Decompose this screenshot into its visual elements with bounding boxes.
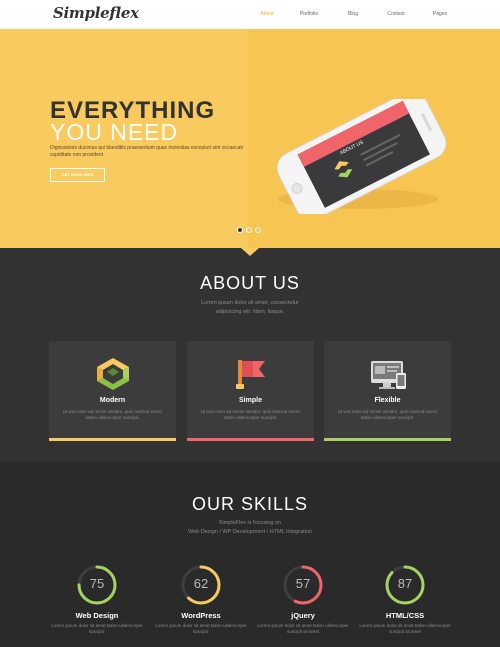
skill-percentage: 62 bbox=[193, 576, 209, 591]
card-title: Simple bbox=[239, 397, 262, 404]
about-title: ABOUT US bbox=[200, 273, 300, 293]
card-title: Modern bbox=[99, 397, 126, 404]
nav-item-blog[interactable]: Blog bbox=[332, 0, 374, 29]
nav-item-portfolio[interactable]: Portfolio bbox=[286, 0, 332, 29]
card-accent-bar bbox=[324, 438, 451, 441]
skill-name: HTML/CSS bbox=[385, 611, 425, 620]
nav-item-pages[interactable]: Pages bbox=[418, 0, 462, 29]
hero-pointer-arrow bbox=[241, 248, 259, 256]
slider-dot-2[interactable] bbox=[246, 227, 252, 233]
about-subtitle-line2: adipisicing elit. Nam, itaque. bbox=[215, 309, 285, 315]
card-accent-bar bbox=[187, 438, 314, 441]
slider-dot-3[interactable] bbox=[255, 227, 261, 233]
skills-subtitle-line1: SimpleFlex is focusing on bbox=[218, 520, 282, 526]
skill-name: Web Design bbox=[75, 611, 119, 620]
site-logo[interactable]: Simpleflex bbox=[53, 4, 139, 22]
main-nav: About Portfolio Blog Contact Pages bbox=[248, 0, 462, 29]
card-accent-bar bbox=[49, 438, 176, 441]
about-subtitle-line1: Lorem ipsum dolor sit amet, consectetur bbox=[201, 300, 299, 306]
skill-description: Lorem ipsum dolor sit amet tation ullamc… bbox=[51, 623, 143, 634]
nav-item-contact[interactable]: Contact bbox=[374, 0, 418, 29]
slider-dots bbox=[237, 227, 261, 233]
card-text: Ut wisi enim ad minim veniam, quis nostr… bbox=[337, 409, 438, 420]
feature-card-simple[interactable]: Simple Ut wisi enim ad minim veniam, qui… bbox=[187, 341, 314, 441]
get-more-info-button[interactable]: GET MORE INFO bbox=[50, 168, 105, 182]
card-title: Flexible bbox=[374, 397, 401, 404]
skills-section: OUR SKILLS SimpleFlex is focusing on Web… bbox=[0, 462, 500, 647]
hero-description: Dignissimos ducimus qui blanditiis praes… bbox=[50, 145, 243, 158]
skill-name: jQuery bbox=[291, 611, 315, 620]
flag-icon bbox=[236, 360, 265, 389]
skill-percentage: 75 bbox=[89, 576, 105, 591]
skill-percentage: 57 bbox=[295, 576, 311, 591]
nav-item-about[interactable]: About bbox=[248, 0, 286, 29]
hero-title-line2: YOU NEED bbox=[50, 119, 179, 145]
feature-card-modern[interactable]: Modern Ut wisi enim ad minim veniam, qui… bbox=[49, 341, 176, 441]
hero-section: EVERYTHING YOU NEED Dignissimos ducimus … bbox=[0, 29, 500, 248]
slider-dot-1[interactable] bbox=[237, 227, 243, 233]
skill-percentage: 87 bbox=[397, 576, 413, 591]
recycle-arrows-icon bbox=[97, 358, 129, 390]
card-text: Ut wisi enim ad minim veniam, quis nostr… bbox=[200, 409, 301, 420]
top-navbar: Simpleflex About Portfolio Blog Contact … bbox=[0, 0, 500, 29]
skills-title: OUR SKILLS bbox=[191, 494, 309, 514]
page: Simpleflex About Portfolio Blog Contact … bbox=[0, 0, 500, 647]
skill-name: WordPress bbox=[181, 611, 221, 620]
skills-subtitle-line2: Web Design / WP Development / HTML Integ… bbox=[187, 529, 312, 535]
feature-card-flexible[interactable]: Flexible Ut wisi enim ad minim veniam, q… bbox=[324, 341, 451, 441]
skill-description: Lorem ipsum dolor sit amet tation ullamc… bbox=[257, 623, 349, 634]
devices-icon bbox=[371, 361, 406, 389]
phone-mockup-image bbox=[276, 99, 447, 214]
skill-description: Lorem ipsum dolor sit amet tation ullamc… bbox=[155, 623, 247, 634]
skill-description: Lorem ipsum dolor sit amet tation ullamc… bbox=[359, 623, 451, 634]
card-text: Ut wisi enim ad minim veniam, quis nostr… bbox=[62, 409, 163, 420]
about-section: ABOUT US Lorem ipsum dolor sit amet, con… bbox=[0, 248, 500, 462]
